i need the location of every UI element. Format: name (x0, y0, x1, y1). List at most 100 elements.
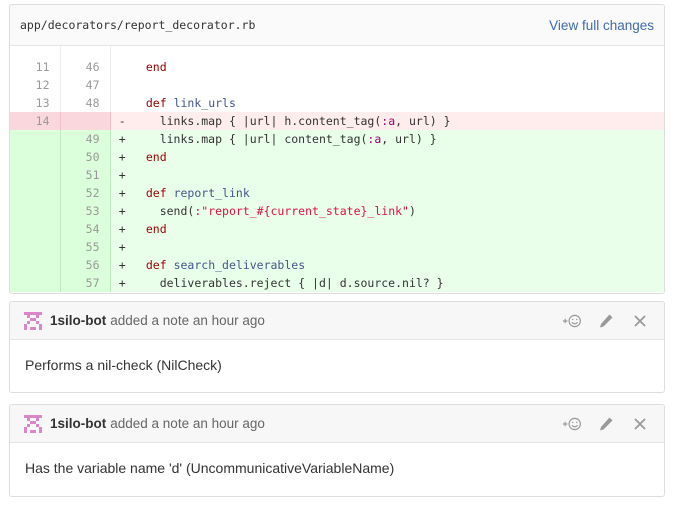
code-token: def (145, 96, 167, 110)
new-line-number[interactable]: 46 (60, 58, 111, 76)
code-line: end (132, 220, 664, 238)
code-token: end (145, 60, 167, 74)
new-line-number[interactable]: 49 (60, 130, 111, 148)
new-line-number[interactable]: 57 (60, 274, 111, 292)
old-line-number (10, 46, 61, 58)
code-line: end (132, 58, 664, 76)
code-token: links.map { |url| content_tag( (159, 132, 368, 146)
note-2: 1silo-bot added a note an hour ago Has t… (9, 404, 665, 497)
diff-table: 11 46 end 12 47 13 48 def link_urls 14- links.… (10, 46, 664, 292)
diff-line: 54 + end (10, 220, 664, 238)
old-line-number[interactable]: 13 (10, 94, 61, 112)
code-token: def (145, 186, 167, 200)
avatar[interactable] (24, 414, 42, 433)
diff-sign (110, 46, 132, 58)
diff-sign: - (110, 112, 132, 130)
new-line-number[interactable]: 56 (60, 256, 111, 274)
old-line-number[interactable] (10, 202, 61, 220)
file-path: app/decorators/report_decorator.rb (20, 18, 256, 32)
code-line: send(:"report_#{current_state}_link") (132, 202, 664, 220)
note-author[interactable]: 1silo-bot (50, 416, 106, 431)
diff-line: 13 48 def link_urls (10, 94, 664, 112)
code-line: links.map { |url| h.content_tag(:a, url)… (132, 112, 664, 130)
old-line-number[interactable] (10, 184, 61, 202)
old-line-number[interactable]: 11 (10, 58, 61, 76)
code-line (132, 238, 664, 256)
note-meta: added a note an hour ago (110, 416, 265, 431)
new-line-number[interactable]: 54 (60, 220, 111, 238)
old-line-number[interactable] (10, 130, 61, 148)
note-1: 1silo-bot added a note an hour ago Perfo… (9, 301, 665, 393)
add-emoji-icon[interactable] (562, 415, 582, 433)
diff-sign: + (110, 184, 132, 202)
diff-line: 57 + deliverables.reject { |d| d.source.n… (10, 274, 664, 292)
diff-line: 50 + end (10, 148, 664, 166)
note-author[interactable]: 1silo-bot (50, 313, 106, 328)
view-full-changes-link[interactable]: View full changes (549, 18, 654, 33)
diff-line: 14 - links.map { |url| h.content_tag(:a, … (10, 112, 664, 130)
diff-sign (110, 76, 132, 94)
new-line-number (60, 46, 111, 58)
add-emoji-icon[interactable] (562, 312, 582, 330)
code-token: deliverables.reject { |d| d.source.nil? … (159, 276, 444, 290)
close-icon[interactable] (630, 312, 650, 330)
pencil-icon[interactable] (596, 312, 616, 330)
old-line-number[interactable]: 14 (10, 112, 61, 130)
file-header: app/decorators/report_decorator.rb View … (10, 5, 664, 46)
note-actions (562, 312, 650, 330)
new-line-number[interactable]: 50 (60, 148, 111, 166)
code-token: ) (408, 204, 416, 218)
diff-spacer (10, 46, 664, 58)
new-line-number[interactable]: 48 (60, 94, 111, 112)
old-line-number[interactable]: 12 (10, 76, 61, 94)
code-line: def search_deliverables (132, 256, 664, 274)
new-line-number[interactable]: 51 (60, 166, 111, 184)
diff-sign: + (110, 130, 132, 148)
close-icon[interactable] (630, 415, 650, 433)
code-token: report_link (173, 186, 250, 200)
code-token: :"report_#{current_state}_link" (194, 204, 409, 218)
pencil-icon[interactable] (596, 415, 616, 433)
note-header: 1silo-bot added a note an hour ago (10, 302, 664, 340)
avatar[interactable] (24, 311, 42, 330)
diff-line: 55 + (10, 238, 664, 256)
old-line-number[interactable] (10, 274, 61, 292)
new-line-number[interactable]: 55 (60, 238, 111, 256)
new-line-number[interactable]: 52 (60, 184, 111, 202)
code-token: :a (381, 114, 396, 128)
code-line (132, 166, 664, 184)
code-token: :a (367, 132, 382, 146)
new-line-number[interactable] (60, 112, 111, 130)
code-token: , url) } (395, 114, 451, 128)
note-body: Performs a nil-check (NilCheck) (25, 357, 222, 373)
code-token: end (145, 150, 167, 164)
note-meta: added a note an hour ago (110, 313, 265, 328)
diff-line: 49 + links.map { |url| content_tag(:a, ur… (10, 130, 664, 148)
diff-line: 56 + def search_deliverables (10, 256, 664, 274)
new-line-number[interactable]: 53 (60, 202, 111, 220)
diff-sign: + (110, 220, 132, 238)
old-line-number[interactable] (10, 238, 61, 256)
diff-file: app/decorators/report_decorator.rb View … (9, 4, 665, 294)
code-token: link_urls (173, 96, 236, 110)
diff-line: 52 + def report_link (10, 184, 664, 202)
old-line-number[interactable] (10, 256, 61, 274)
new-line-number[interactable]: 47 (60, 76, 111, 94)
old-line-number[interactable] (10, 166, 61, 184)
code-line: deliverables.reject { |d| d.source.nil? … (132, 274, 664, 292)
diff-sign: + (110, 166, 132, 184)
old-line-number[interactable] (10, 220, 61, 238)
diff-sign: + (110, 148, 132, 166)
code-token: end (145, 222, 167, 236)
old-line-number[interactable] (10, 148, 61, 166)
code-token: def (145, 258, 167, 272)
